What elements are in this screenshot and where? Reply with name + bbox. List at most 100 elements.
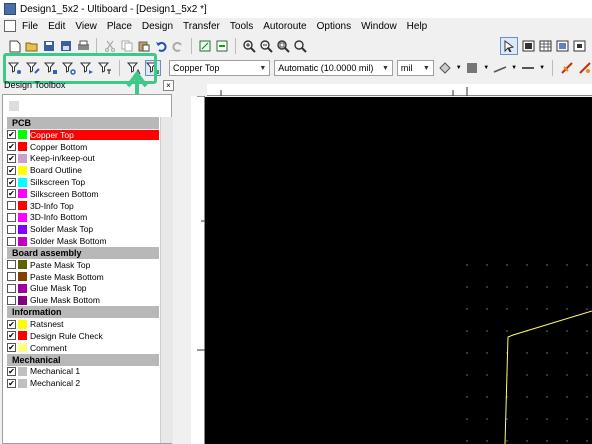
chevron-down-icon[interactable]: ▼: [456, 65, 462, 71]
color-fill-icon[interactable]: [438, 61, 452, 75]
close-icon[interactable]: ×: [163, 80, 174, 91]
layer-color-swatch[interactable]: [18, 283, 27, 293]
menu-window[interactable]: Window: [361, 21, 397, 32]
redraw-icon[interactable]: [215, 39, 229, 53]
pcb-canvas[interactable]: [205, 97, 592, 444]
layer-color-swatch[interactable]: [18, 319, 27, 329]
zoom-in-icon[interactable]: [242, 39, 256, 53]
layer-color-swatch[interactable]: [18, 142, 27, 152]
layer-color-swatch[interactable]: [18, 177, 27, 187]
layer-view-icon[interactable]: [555, 39, 569, 53]
fit-page-icon[interactable]: [198, 39, 212, 53]
open-folder-icon[interactable]: [25, 39, 39, 53]
layer-item[interactable]: ✔ Silkscreen Bottom: [7, 188, 159, 200]
menu-autoroute[interactable]: Autoroute: [263, 21, 306, 32]
layer-checkbox[interactable]: [7, 260, 16, 270]
layer-item[interactable]: 3D-Info Top: [7, 200, 159, 212]
menu-options[interactable]: Options: [317, 21, 351, 32]
layer-item[interactable]: ✔ Keep-in/keep-out: [7, 153, 159, 165]
layer-color-swatch[interactable]: [18, 236, 27, 246]
layer-item[interactable]: Solder Mask Top: [7, 223, 159, 235]
save-icon[interactable]: [42, 39, 56, 53]
layer-color-swatch[interactable]: [18, 153, 27, 163]
layer-checkbox[interactable]: [7, 295, 16, 305]
cut-icon[interactable]: [103, 39, 117, 53]
layer-checkbox[interactable]: [7, 272, 16, 282]
layers-icon[interactable]: [9, 101, 19, 111]
select-pointer-icon[interactable]: [500, 37, 518, 55]
menu-place[interactable]: Place: [107, 21, 132, 32]
print-icon[interactable]: [76, 39, 90, 53]
grid-select[interactable]: Automatic (10.0000 mil) ▼: [274, 60, 393, 76]
layer-item[interactable]: Glue Mask Bottom: [7, 294, 159, 306]
board-outline[interactable]: [504, 310, 592, 444]
menu-help[interactable]: Help: [407, 21, 428, 32]
layer-checkbox[interactable]: ✔: [7, 153, 16, 163]
layer-color-swatch[interactable]: [18, 331, 27, 341]
layer-checkbox[interactable]: ✔: [7, 177, 16, 187]
layer-checkbox[interactable]: ✔: [7, 189, 16, 199]
line-style-icon[interactable]: [521, 61, 535, 75]
menu-file[interactable]: File: [22, 21, 38, 32]
layer-checkbox[interactable]: [7, 236, 16, 246]
layer-checkbox[interactable]: ✔: [7, 319, 16, 329]
layer-item[interactable]: ✔ Silkscreen Top: [7, 176, 159, 188]
layer-color-swatch[interactable]: [18, 343, 27, 353]
layer-item[interactable]: Paste Mask Top: [7, 259, 159, 271]
layer-checkbox[interactable]: [7, 224, 16, 234]
layer-checkbox[interactable]: ✔: [7, 343, 16, 353]
layer-checkbox[interactable]: ✔: [7, 165, 16, 175]
layer-color-swatch[interactable]: [18, 165, 27, 175]
layer-color-swatch[interactable]: [18, 295, 27, 305]
layer-checkbox[interactable]: ✔: [7, 331, 16, 341]
layer-color-swatch[interactable]: [18, 366, 27, 376]
new-file-icon[interactable]: [8, 39, 22, 53]
chevron-down-icon[interactable]: ▼: [539, 65, 545, 71]
zoom-fit-icon[interactable]: [293, 39, 307, 53]
undo-icon[interactable]: [154, 39, 168, 53]
layer-color-swatch[interactable]: [18, 260, 27, 270]
menu-edit[interactable]: Edit: [48, 21, 65, 32]
document-icon[interactable]: [4, 20, 16, 32]
save-all-icon[interactable]: [59, 39, 73, 53]
layer-color-swatch[interactable]: [18, 130, 27, 140]
layer-item[interactable]: Solder Mask Bottom: [7, 235, 159, 247]
layer-item[interactable]: Paste Mask Bottom: [7, 271, 159, 283]
zoom-area-icon[interactable]: [276, 39, 290, 53]
chevron-down-icon[interactable]: ▼: [511, 65, 517, 71]
toolbox-scrollbar[interactable]: [160, 117, 173, 443]
layer-color-swatch[interactable]: [18, 212, 27, 222]
chevron-down-icon[interactable]: ▼: [483, 65, 489, 71]
spreadsheet-icon[interactable]: [538, 39, 552, 53]
layer-checkbox[interactable]: ✔: [7, 366, 16, 376]
layer-checkbox[interactable]: ✔: [7, 378, 16, 388]
layer-checkbox[interactable]: [7, 201, 16, 211]
menu-design[interactable]: Design: [142, 21, 173, 32]
layer-color-swatch[interactable]: [18, 378, 27, 388]
layer-item[interactable]: Glue Mask Top: [7, 283, 159, 295]
layer-checkbox[interactable]: [7, 212, 16, 222]
autoplace-icon[interactable]: [578, 61, 592, 75]
line-color-icon[interactable]: [493, 61, 507, 75]
layer-color-swatch[interactable]: [18, 201, 27, 211]
layer-color-swatch[interactable]: [18, 189, 27, 199]
menu-tools[interactable]: Tools: [230, 21, 253, 32]
layer-item[interactable]: ✔ Board Outline: [7, 164, 159, 176]
layer-item[interactable]: ✔ Mechanical 2: [7, 377, 159, 389]
layer-color-swatch[interactable]: [18, 272, 27, 282]
layer-item[interactable]: ✔ Comment: [7, 342, 159, 354]
view-3d-icon[interactable]: [521, 39, 535, 53]
board-view-icon[interactable]: [572, 39, 586, 53]
zoom-out-icon[interactable]: [259, 39, 273, 53]
paste-icon[interactable]: [137, 39, 151, 53]
layer-checkbox[interactable]: ✔: [7, 142, 16, 152]
unit-select[interactable]: mil ▼: [396, 60, 434, 76]
copy-icon[interactable]: [120, 39, 134, 53]
layer-item[interactable]: ✔ Mechanical 1: [7, 366, 159, 378]
redo-icon[interactable]: [171, 39, 185, 53]
fill-color-icon[interactable]: [466, 61, 479, 75]
layer-checkbox[interactable]: ✔: [7, 130, 16, 140]
layer-item[interactable]: ✔ Ratsnest: [7, 318, 159, 330]
layer-item[interactable]: ✔ Copper Top: [7, 129, 159, 141]
layer-select[interactable]: Copper Top ▼: [168, 60, 271, 76]
